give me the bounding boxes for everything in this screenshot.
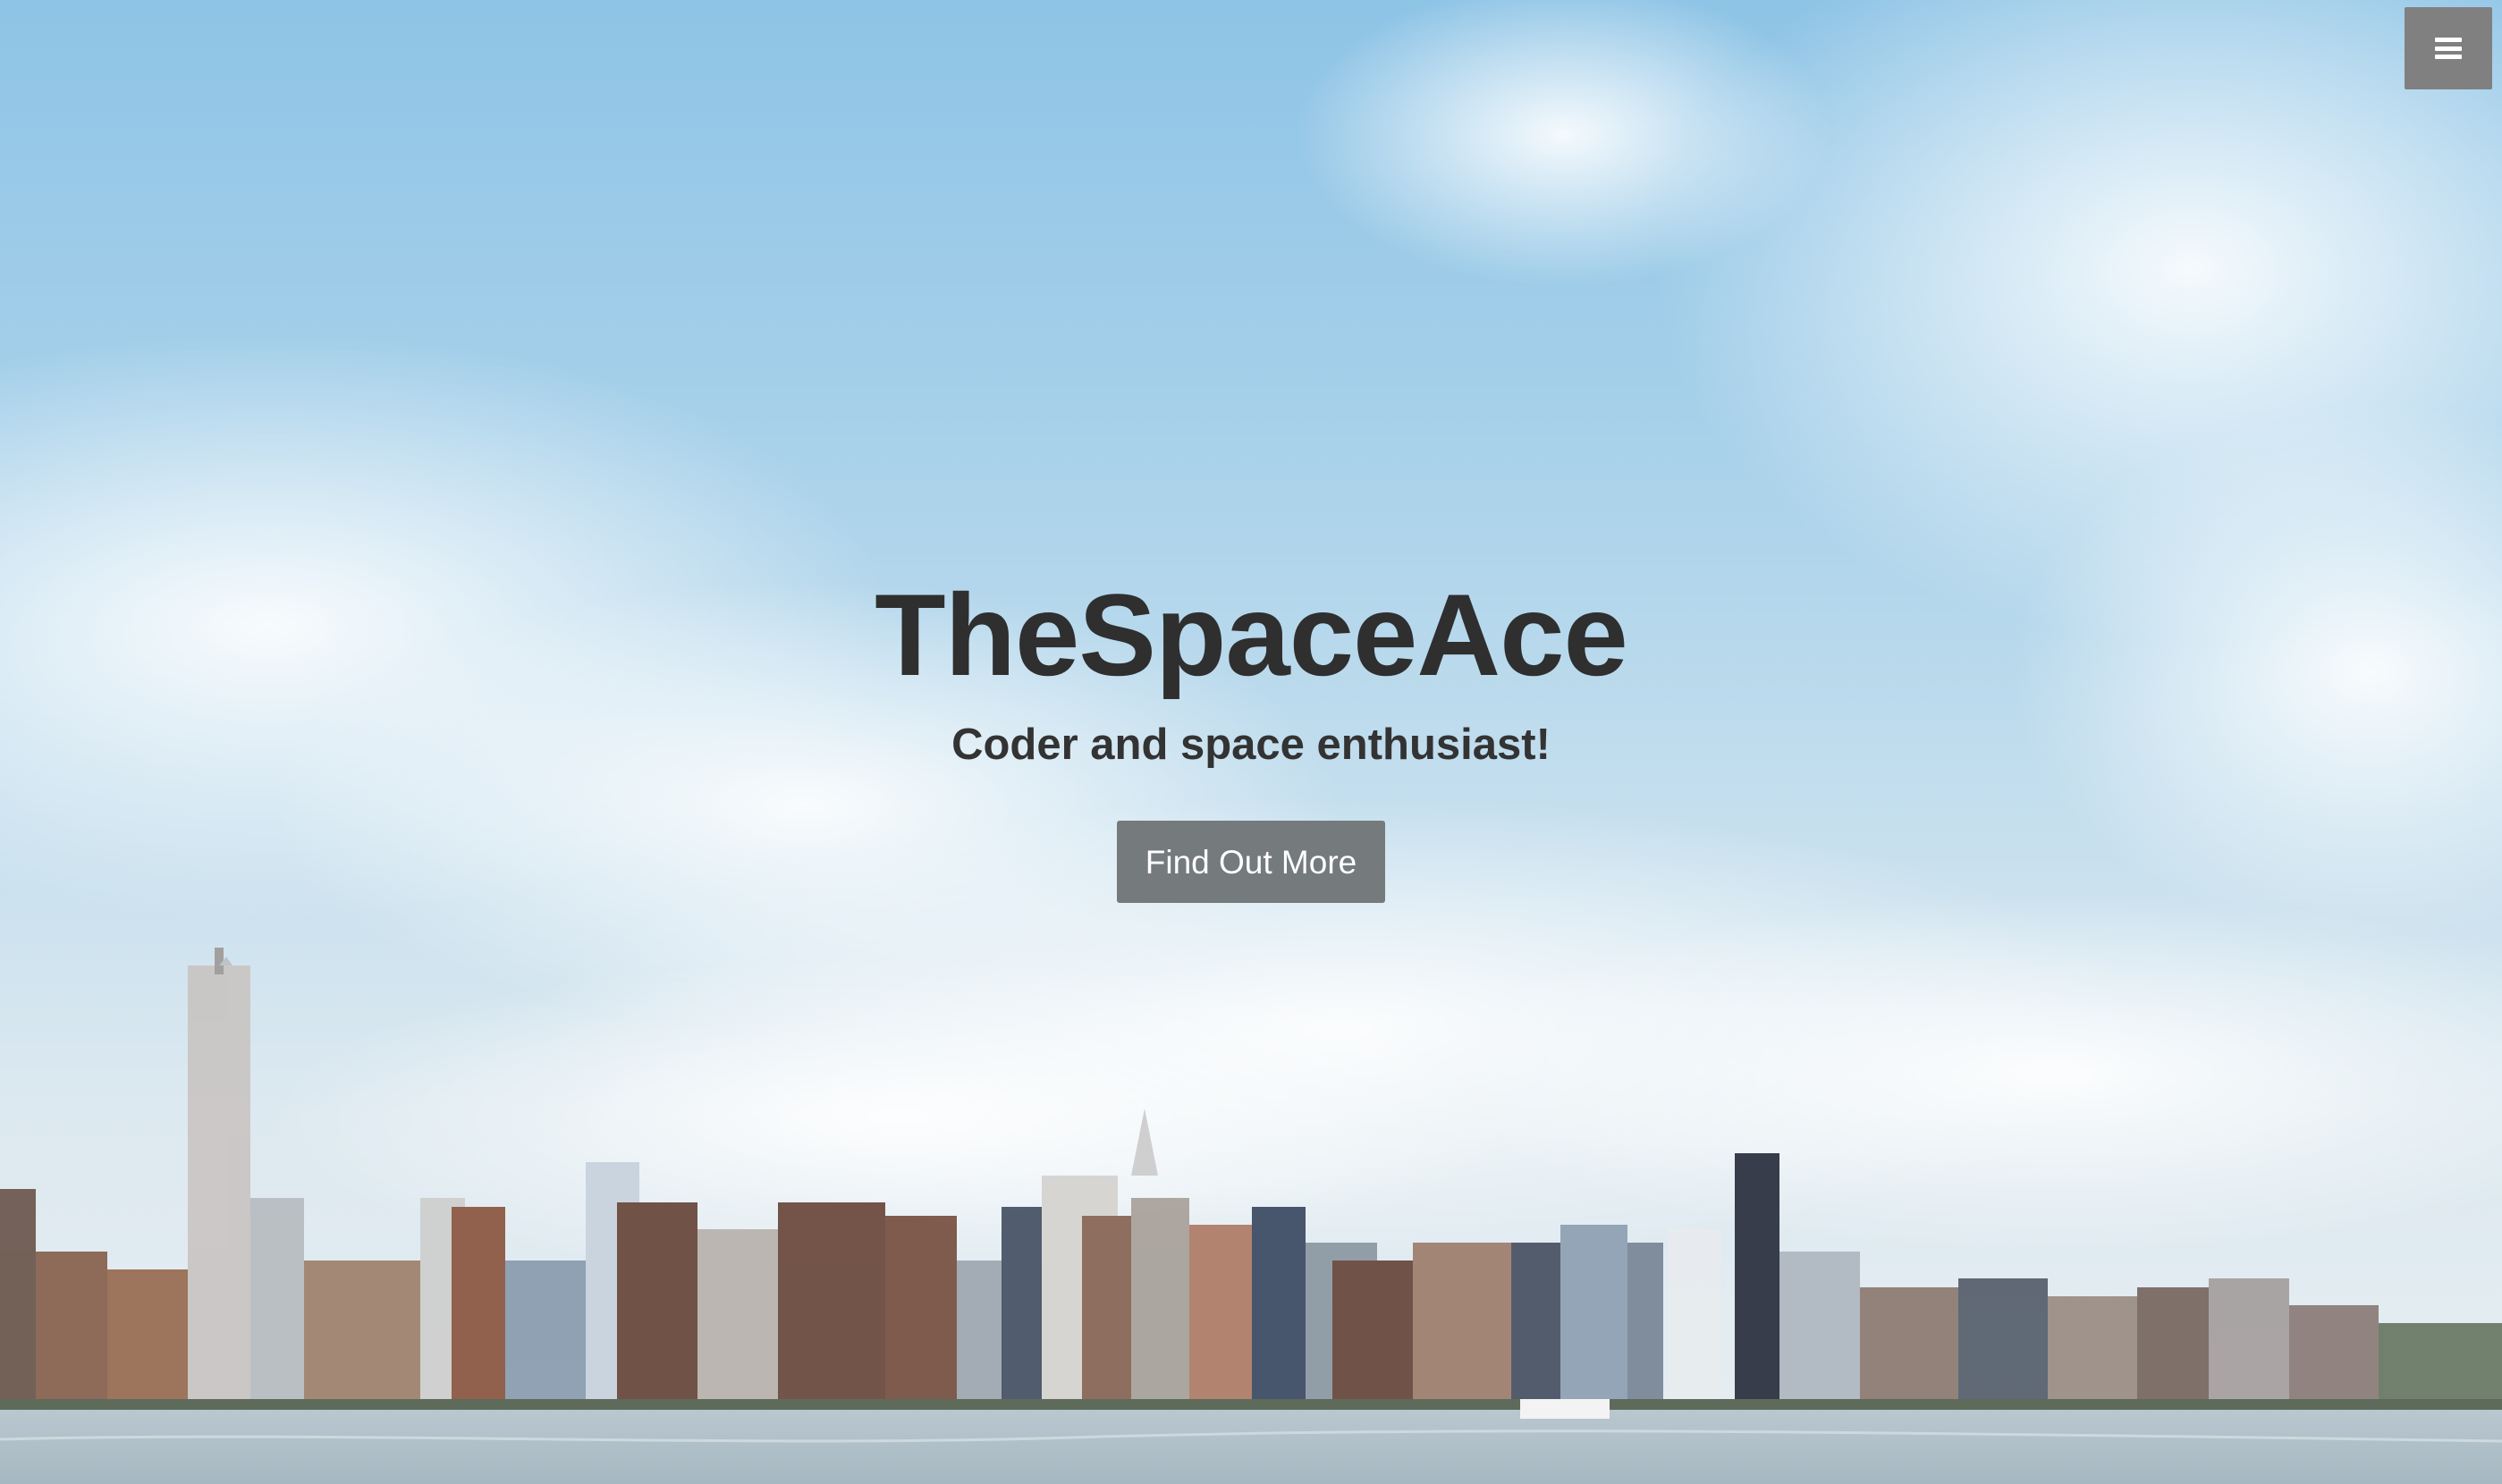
site-title: TheSpaceAce xyxy=(875,569,1628,700)
menu-toggle-button[interactable] xyxy=(2405,7,2492,89)
hero-content: TheSpaceAce Coder and space enthusiast! … xyxy=(0,563,2502,903)
site-tagline: Coder and space enthusiast! xyxy=(951,721,1551,769)
hamburger-menu-icon xyxy=(2435,38,2462,59)
find-out-more-button[interactable]: Find Out More xyxy=(1117,821,1385,903)
hero-section: TheSpaceAce Coder and space enthusiast! … xyxy=(0,0,2502,1484)
